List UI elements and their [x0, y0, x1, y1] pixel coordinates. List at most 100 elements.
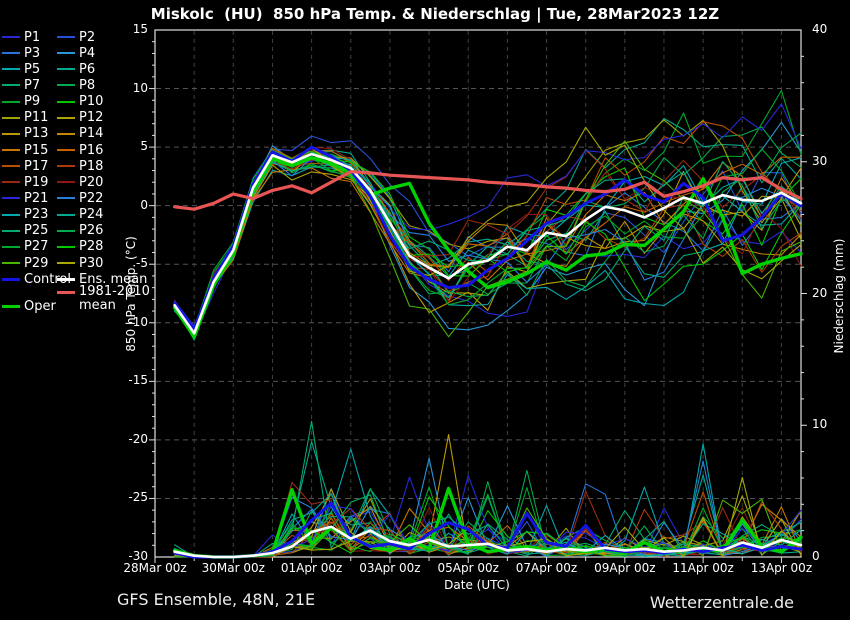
- member-line-swatch: [2, 262, 20, 264]
- legend-item-p25: P25: [2, 223, 57, 239]
- legend-members: P1P2P3P4P5P6P7P8P9P10P11P12P13P14P15P16P…: [2, 29, 112, 271]
- legend-item-p27: P27: [2, 239, 57, 255]
- y-left-axis-title: 850 hPa Temp. (°C): [124, 236, 138, 352]
- member-line-swatch: [2, 181, 20, 183]
- x-tick-label: 30Mar 00z: [193, 561, 273, 575]
- legend-member-label: P24: [79, 207, 103, 222]
- legend-item-p1: P1: [2, 29, 57, 45]
- legend-item-p9: P9: [2, 94, 57, 110]
- legend-item-p12: P12: [57, 110, 112, 126]
- control-line-swatch: [2, 278, 20, 281]
- legend-member-label: P5: [24, 62, 40, 77]
- x-tick-label: 05Apr 00z: [428, 561, 508, 575]
- member-line-swatch: [57, 214, 75, 216]
- legend-item-p17: P17: [2, 158, 57, 174]
- legend-item-p2: P2: [57, 29, 112, 45]
- member-line-swatch: [57, 197, 75, 199]
- legend-member-label: P7: [24, 78, 40, 93]
- member-line-swatch: [57, 84, 75, 86]
- legend-item-p4: P4: [57, 45, 112, 61]
- legend-member-label: P3: [24, 46, 40, 61]
- member-temp-line-p6: [175, 119, 801, 336]
- legend-member-label: P16: [79, 143, 103, 158]
- y-right-tick-label: 20: [812, 286, 850, 300]
- legend-member-label: P18: [79, 159, 103, 174]
- x-tick-label: 03Apr 00z: [350, 561, 430, 575]
- legend-item-p21: P21: [2, 190, 57, 206]
- y-left-tick-label: -5: [108, 256, 148, 270]
- member-line-swatch: [57, 165, 75, 167]
- legend-item-oper: Oper: [2, 299, 56, 314]
- y-left-tick-label: -25: [108, 490, 148, 504]
- legend-item-p19: P19: [2, 174, 57, 190]
- member-line-swatch: [57, 133, 75, 135]
- legend-member-label: P28: [79, 239, 103, 254]
- member-line-swatch: [57, 117, 75, 119]
- legend-member-label: P20: [79, 175, 103, 190]
- legend-member-label: P4: [79, 46, 95, 61]
- member-line-swatch: [57, 262, 75, 264]
- legend-member-label: P2: [79, 30, 95, 45]
- legend-member-label: P13: [24, 126, 48, 141]
- y-right-tick-label: 10: [812, 417, 850, 431]
- member-line-swatch: [2, 149, 20, 151]
- legend-member-label: P17: [24, 159, 48, 174]
- legend-item-p20: P20: [57, 174, 112, 190]
- legend-label-clim-mean: 1981-2010 mean: [79, 285, 151, 313]
- legend-item-p7: P7: [2, 77, 57, 93]
- member-line-swatch: [57, 246, 75, 248]
- legend-member-label: P26: [79, 223, 103, 238]
- member-line-swatch: [2, 197, 20, 199]
- member-line-swatch: [2, 133, 20, 135]
- legend-member-label: P11: [24, 110, 48, 125]
- legend-member-label: P9: [24, 94, 40, 109]
- x-tick-label: 28Mar 00z: [115, 561, 195, 575]
- legend-item-p15: P15: [2, 142, 57, 158]
- member-line-swatch: [57, 149, 75, 151]
- legend-item-p8: P8: [57, 77, 112, 93]
- member-line-swatch: [2, 101, 20, 103]
- member-line-swatch: [2, 52, 20, 54]
- x-tick-label: 11Apr 00z: [663, 561, 743, 575]
- legend-item-p18: P18: [57, 158, 112, 174]
- y-left-tick-label: -15: [108, 373, 148, 387]
- footer-site-name: Wetterzentrale.de: [650, 593, 794, 612]
- legend-member-label: P30: [79, 256, 103, 271]
- y-right-tick-label: 30: [812, 154, 850, 168]
- legend-member-label: P25: [24, 223, 48, 238]
- legend-item-p5: P5: [2, 61, 57, 77]
- ens-mean-line-swatch: [57, 278, 75, 281]
- meteogram-page: Miskolc (HU) 850 hPa Temp. & Niederschla…: [0, 0, 850, 620]
- member-line-swatch: [57, 230, 75, 232]
- y-left-tick-label: 10: [108, 81, 148, 95]
- member-line-swatch: [57, 101, 75, 103]
- legend-item-p13: P13: [2, 126, 57, 142]
- legend-item-p23: P23: [2, 207, 57, 223]
- member-line-swatch: [2, 68, 20, 70]
- member-temp-line-p11: [175, 120, 801, 336]
- legend-member-label: P15: [24, 143, 48, 158]
- y-left-tick-label: 5: [108, 139, 148, 153]
- member-line-swatch: [2, 230, 20, 232]
- legend-member-label: P14: [79, 126, 103, 141]
- member-line-swatch: [57, 181, 75, 183]
- x-tick-label: 09Apr 00z: [585, 561, 665, 575]
- member-temp-line-p21: [175, 104, 801, 326]
- y-left-tick-label: -10: [108, 315, 148, 329]
- legend-item-p6: P6: [57, 61, 112, 77]
- member-line-swatch: [2, 165, 20, 167]
- legend-item-p22: P22: [57, 190, 112, 206]
- member-line-swatch: [2, 84, 20, 86]
- legend-member-label: P6: [79, 62, 95, 77]
- legend-item-p16: P16: [57, 142, 112, 158]
- legend-item-p14: P14: [57, 126, 112, 142]
- legend-item-p29: P29: [2, 255, 57, 271]
- legend-item-p26: P26: [57, 223, 112, 239]
- legend-member-label: P19: [24, 175, 48, 190]
- legend-member-label: P1: [24, 30, 40, 45]
- y-right-tick-label: 40: [812, 22, 850, 36]
- member-line-swatch: [57, 36, 75, 38]
- member-line-swatch: [57, 52, 75, 54]
- legend-member-label: P10: [79, 94, 103, 109]
- y-left-tick-label: -20: [108, 432, 148, 446]
